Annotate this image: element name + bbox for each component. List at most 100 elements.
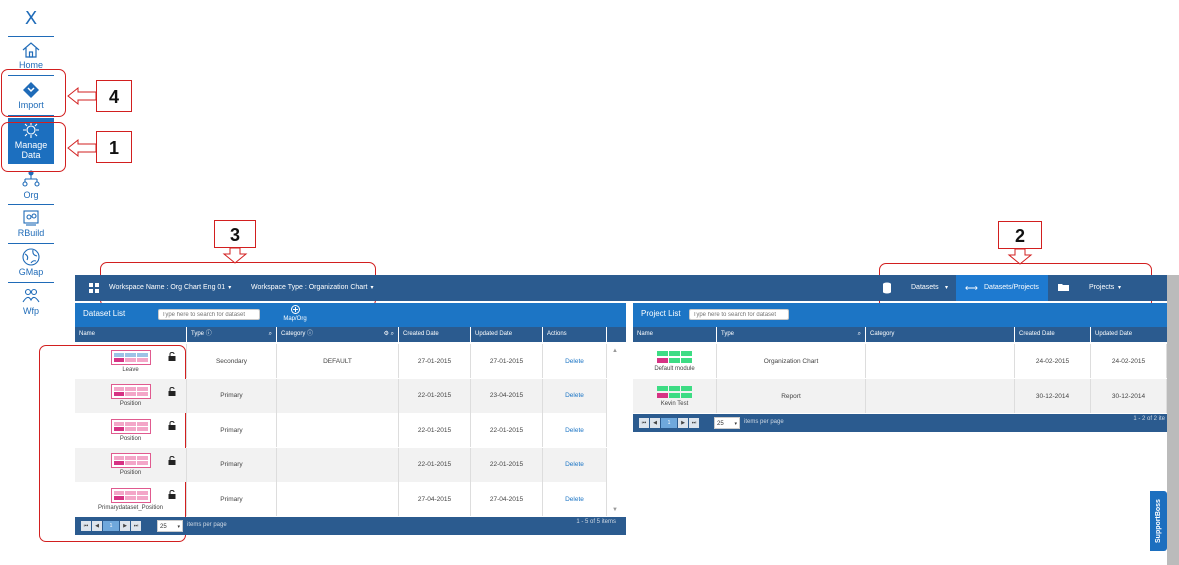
cell-name[interactable]: Position [75, 447, 187, 482]
annotation-label-4: 4 [96, 80, 132, 112]
first-page-button[interactable]: ⏮ [81, 521, 91, 531]
workforce-icon [21, 286, 41, 306]
sidebar-item-rbuild[interactable]: RBuild [8, 208, 54, 238]
sidebar-item-home[interactable]: Home [8, 40, 54, 70]
unlock-icon[interactable] [168, 455, 176, 465]
close-logo[interactable]: X [8, 8, 54, 29]
col-created[interactable]: Created Date [399, 327, 471, 342]
double-arrow-icon: ⟷ [965, 283, 978, 293]
dataset-thumbnail-icon [110, 384, 151, 399]
cell-category [277, 413, 399, 447]
col-category[interactable]: Category [866, 327, 1015, 342]
project-search-input[interactable] [689, 309, 789, 320]
dataset-search-input[interactable] [158, 309, 260, 320]
col-category[interactable]: Category ⓘ ⚙ ⌕ [277, 327, 399, 342]
project-summary: 1 - 2 of 2 ite [1133, 416, 1165, 422]
divider [8, 36, 54, 37]
workspace-name-dropdown[interactable]: Workspace Name : Org Chart Eng 01 ▾ [109, 275, 231, 301]
datasets-projects-tab[interactable]: ⟷ Datasets/Projects [956, 275, 1048, 301]
col-updated[interactable]: Updated Date [1091, 327, 1167, 342]
table-row[interactable]: Leave Secondary DEFAULT 27-01-2015 27-01-201… [75, 344, 607, 378]
table-row[interactable]: Default module Organization Chart 24-02-20… [633, 344, 1167, 378]
table-row[interactable]: Position Primary 22-01-2015 22-01-2015 Delet… [75, 413, 607, 447]
cell-name[interactable]: Leave [75, 344, 187, 378]
cell-text: Secondary [215, 357, 248, 365]
table-row[interactable]: Kevin Test Report 30-12-2014 30-12-2014 [633, 379, 1167, 413]
cell-created: 27-04-2015 [399, 482, 471, 516]
info-icon: ⓘ [205, 331, 212, 337]
col-created[interactable]: Created Date [1015, 327, 1091, 342]
folder-icon [1058, 284, 1069, 291]
cell-created: 30-12-2014 [1015, 379, 1091, 413]
workspace-type-dropdown[interactable]: Workspace Type : Organization Chart ▾ [251, 275, 373, 301]
annotation-arrow [1007, 248, 1033, 265]
col-updated[interactable]: Updated Date [471, 327, 543, 342]
table-row[interactable]: Primarydataset_Position Primary 27-04-2015… [75, 482, 607, 516]
page-scrollbar[interactable] [1167, 275, 1179, 565]
per-page-select[interactable]: 25 ▾ [157, 520, 183, 532]
cell-name[interactable]: Position [75, 413, 187, 447]
sidebar-item-gmap[interactable]: GMap [8, 247, 54, 277]
next-page-button[interactable]: ▶ [678, 418, 688, 428]
cell-name[interactable]: Primarydataset_Position [75, 482, 187, 516]
cell-text: 23-04-2015 [489, 392, 524, 399]
col-actions: Actions [543, 327, 607, 342]
cell-action: Delete [543, 447, 607, 482]
annotation-box-manage-data [1, 122, 66, 172]
sidebar-item-wfp[interactable]: Wfp [8, 286, 54, 316]
dataset-name: Leave [122, 366, 139, 373]
delete-link[interactable]: Delete [565, 392, 584, 399]
cell-type: Organization Chart [717, 344, 866, 378]
prev-page-button[interactable]: ◀ [650, 418, 660, 428]
cell-category [866, 344, 1015, 378]
sidebar-item-org[interactable]: Org [8, 170, 54, 200]
page-number[interactable]: 1 [103, 521, 119, 531]
dataset-name: Position [119, 470, 142, 476]
table-row[interactable]: Position Primary 22-01-2015 22-01-2015 Delet… [75, 447, 607, 482]
dataset-scrollbar[interactable]: ▲ ▼ [607, 344, 626, 517]
cell-name[interactable]: Position [75, 378, 187, 413]
support-button[interactable]: SupportBoss [1150, 491, 1167, 551]
page-number[interactable]: 1 [661, 418, 677, 428]
col-type[interactable]: Type ⌕ [717, 327, 866, 342]
per-page-select[interactable]: 25 ▾ [714, 417, 740, 429]
dataset-thumbnail-icon [110, 418, 151, 434]
col-name[interactable]: Name [633, 327, 717, 342]
annotation-arrow [67, 138, 97, 158]
scroll-up-icon: ▲ [612, 348, 618, 354]
cell-text: 27-04-2015 [417, 495, 452, 503]
unlock-icon[interactable] [168, 490, 176, 499]
delete-link[interactable]: Delete [565, 427, 584, 434]
dataset-name: Primarydataset_Position [97, 504, 164, 511]
delete-link[interactable]: Delete [565, 358, 584, 365]
dataset-summary: 1 - 5 of 5 items [576, 519, 616, 525]
dataset-name: Position [119, 401, 142, 407]
cell-category [866, 379, 1015, 413]
unlock-icon[interactable] [168, 421, 176, 430]
scroll-down-icon: ▼ [612, 507, 618, 513]
next-page-button[interactable]: ▶ [120, 521, 130, 531]
unlock-icon[interactable] [168, 352, 176, 361]
cell-category [277, 447, 399, 482]
cell-name[interactable]: Kevin Test [633, 379, 717, 413]
cell-text: Primary [220, 461, 243, 468]
cell-name[interactable]: Default module [633, 344, 717, 378]
unlock-icon[interactable] [168, 386, 176, 396]
col-name[interactable]: Name [75, 327, 187, 342]
cell-action: Delete [543, 344, 607, 378]
projects-dropdown[interactable]: Projects ▾ [1055, 275, 1145, 301]
datasets-dropdown[interactable]: Datasets ▾ [878, 275, 958, 301]
table-row[interactable]: Position Primary 22-01-2015 23-04-2015 Delet… [75, 378, 607, 413]
dataset-list-title: Dataset List [83, 309, 126, 318]
grid-icon[interactable] [89, 283, 99, 293]
last-page-button[interactable]: ⏭ [131, 521, 141, 531]
dataset-name: Position [119, 435, 142, 442]
delete-link[interactable]: Delete [565, 461, 584, 468]
delete-link[interactable]: Delete [565, 496, 584, 503]
map-org-button[interactable]: Map/Org [280, 305, 310, 322]
annotation-label-1: 1 [96, 131, 132, 163]
first-page-button[interactable]: ⏮ [639, 418, 649, 428]
prev-page-button[interactable]: ◀ [92, 521, 102, 531]
last-page-button[interactable]: ⏭ [689, 418, 699, 428]
col-type[interactable]: Type ⓘ ⌕ [187, 327, 277, 342]
